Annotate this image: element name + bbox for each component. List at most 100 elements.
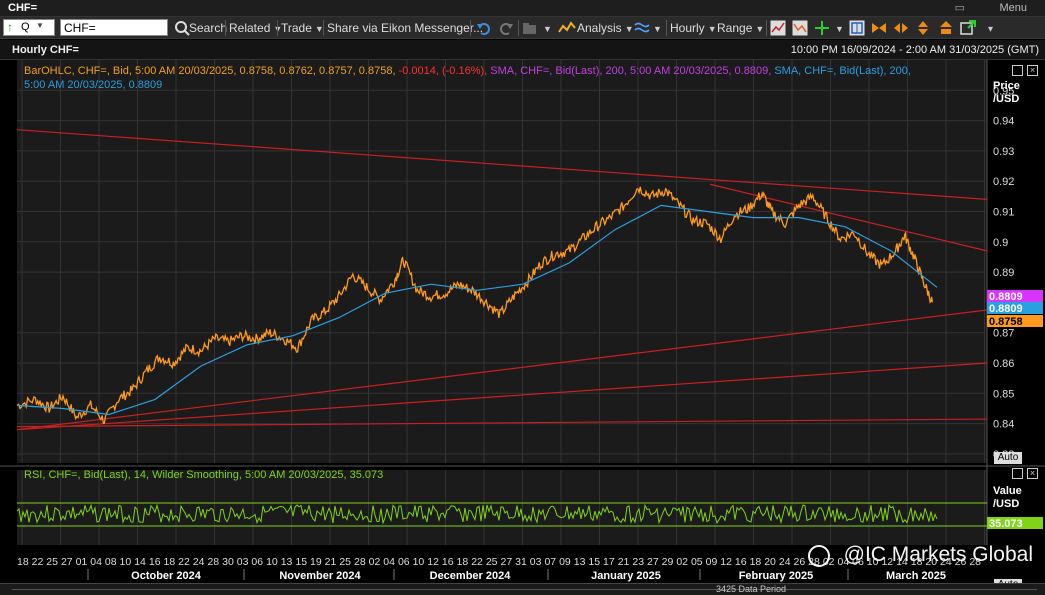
scroll-track[interactable] bbox=[12, 589, 1037, 590]
undo-icon[interactable] bbox=[476, 20, 492, 36]
scale-icon[interactable] bbox=[915, 20, 931, 36]
day-tick-label: 06 bbox=[251, 556, 263, 568]
day-tick-label: 23 bbox=[632, 556, 644, 568]
grid-icon[interactable] bbox=[849, 20, 865, 36]
separator bbox=[766, 20, 767, 36]
rsi-pane-close-icon[interactable]: × bbox=[1027, 468, 1038, 479]
fit-icon[interactable] bbox=[938, 20, 954, 36]
day-tick-label: 24 bbox=[193, 556, 205, 568]
up-arrow-icon[interactable]: ↑ bbox=[7, 20, 13, 34]
day-tick-label: 02 bbox=[676, 556, 688, 568]
separator bbox=[666, 20, 667, 36]
separator bbox=[323, 20, 324, 36]
day-tick-label: 16 bbox=[442, 556, 454, 568]
trade-button[interactable]: Trade ▼ bbox=[281, 20, 324, 36]
day-tick-label: 21 bbox=[325, 556, 337, 568]
menu-button[interactable]: Menu bbox=[999, 2, 1027, 14]
crosshair-icon[interactable] bbox=[814, 20, 830, 36]
day-tick-label: 26 bbox=[794, 556, 806, 568]
chart-type-icon[interactable] bbox=[792, 20, 808, 36]
wave-dropdown-icon[interactable]: ▼ bbox=[650, 20, 662, 36]
day-tick-label: 18 bbox=[17, 556, 29, 568]
separator bbox=[277, 20, 278, 36]
day-tick-label: 06 bbox=[398, 556, 410, 568]
price-tick-label: 0.85 bbox=[993, 388, 1014, 400]
overflow-icon[interactable]: ▾ bbox=[985, 20, 993, 36]
share-messenger-button[interactable]: Share via Eikon Messenger... bbox=[327, 20, 483, 36]
folder-icon[interactable] bbox=[522, 20, 538, 36]
day-tick-label: 15 bbox=[295, 556, 307, 568]
day-tick-label: 03 bbox=[237, 556, 249, 568]
day-tick-label: 21 bbox=[618, 556, 630, 568]
window-titlebar: CHF= ▭ Menu bbox=[0, 0, 1045, 17]
range-select[interactable]: Range ▼ bbox=[717, 20, 764, 36]
day-tick-label: 17 bbox=[603, 556, 615, 568]
quote-dropdown-icon[interactable]: ▼ bbox=[36, 21, 44, 30]
day-tick-label: 30 bbox=[222, 556, 234, 568]
day-tick-label: 27 bbox=[61, 556, 73, 568]
zoom-in-icon[interactable] bbox=[871, 20, 887, 36]
day-tick-label: 29 bbox=[662, 556, 674, 568]
month-label: January 2025 bbox=[591, 570, 661, 582]
redo-icon[interactable] bbox=[498, 20, 514, 36]
day-tick-label: 20 bbox=[764, 556, 776, 568]
chart-area[interactable]: 0.95 0.94 0.93 0.92 0.91 0.9 0.89 0.87 0.86 0.85 0… bbox=[0, 60, 1045, 595]
navigation-box[interactable]: ↑ Q ▼ bbox=[3, 19, 55, 36]
price-tick-label: 0.86 bbox=[993, 358, 1014, 370]
last-price-flag: 0.8758 bbox=[989, 316, 1023, 328]
crosshair-dropdown-icon[interactable]: ▼ bbox=[832, 20, 844, 36]
interval-label: Hourly bbox=[670, 21, 705, 35]
separator bbox=[470, 20, 471, 36]
day-tick-label: 13 bbox=[281, 556, 293, 568]
rsi-pane-maximize-icon[interactable] bbox=[1012, 468, 1023, 479]
day-tick-label: 10 bbox=[120, 556, 132, 568]
toolbar: ↑ Q ▼ Search Related▼ Trade▼ Share via E… bbox=[0, 17, 1045, 39]
day-tick-label: 28 bbox=[354, 556, 366, 568]
day-tick-label: 12 bbox=[427, 556, 439, 568]
search-button[interactable]: Search bbox=[189, 20, 227, 36]
price-pane-close-icon[interactable]: × bbox=[1027, 65, 1038, 76]
day-tick-label: 10 bbox=[413, 556, 425, 568]
quote-selector[interactable]: Q bbox=[21, 21, 30, 33]
day-tick-label: 04 bbox=[383, 556, 395, 568]
month-label: December 2024 bbox=[430, 570, 512, 582]
rsi-flag-label: 35.073 bbox=[989, 518, 1023, 530]
day-tick-label: 15 bbox=[588, 556, 600, 568]
day-tick-label: 03 bbox=[530, 556, 542, 568]
ric-input[interactable] bbox=[60, 19, 168, 36]
analysis-button[interactable]: Analysis ▼ bbox=[577, 20, 634, 36]
price-auto-button[interactable]: Auto bbox=[994, 452, 1022, 464]
status-bar: 3425 Data Period bbox=[0, 583, 1045, 595]
interval-select[interactable]: Hourly ▼ bbox=[670, 20, 717, 36]
day-tick-label: 19 bbox=[310, 556, 322, 568]
chevron-down-icon: ▼ bbox=[707, 24, 717, 34]
price-pane-maximize-icon[interactable] bbox=[1012, 65, 1023, 76]
month-label: February 2025 bbox=[739, 570, 814, 582]
search-icon[interactable] bbox=[174, 20, 190, 36]
folder-dropdown-icon[interactable]: ▼ bbox=[540, 20, 552, 36]
legend-bar-ohlc: BarOHLC, CHF=, Bid, 5:00 AM 20/03/2025, … bbox=[24, 65, 396, 77]
legend-sma-magenta: SMA, CHF=, Bid(Last), 200, 5:00 AM 20/03… bbox=[490, 65, 772, 77]
zoom-out-icon[interactable] bbox=[893, 20, 909, 36]
sma-magenta-price-flag: 0.8809 bbox=[989, 291, 1023, 303]
separator bbox=[518, 20, 519, 36]
value-axis-title-2: /USD bbox=[993, 498, 1020, 510]
price-axis-title-2: /USD bbox=[993, 93, 1020, 105]
day-tick-label: 18 bbox=[164, 556, 176, 568]
related-button[interactable]: Related▼ bbox=[229, 20, 282, 36]
chevron-down-icon: ▼ bbox=[624, 24, 634, 34]
legend-sma-blue: SMA, CHF=, Bid(Last), 200, bbox=[774, 65, 911, 77]
day-tick-label: 14 bbox=[134, 556, 146, 568]
price-chart-svg[interactable]: 0.950.940.930.920.910.90.890.870.860.850… bbox=[0, 60, 1045, 595]
wave-icon[interactable] bbox=[634, 20, 650, 36]
line-chart-icon[interactable] bbox=[770, 20, 786, 36]
export-icon[interactable] bbox=[960, 20, 976, 36]
restore-icon[interactable]: ▭ bbox=[955, 1, 965, 14]
day-tick-label: 04 bbox=[90, 556, 102, 568]
price-tick-label: 0.92 bbox=[993, 176, 1014, 188]
day-tick-label: 13 bbox=[574, 556, 586, 568]
chevron-down-icon: ▼ bbox=[755, 24, 765, 34]
analysis-icon[interactable] bbox=[558, 20, 576, 36]
day-tick-label: 25 bbox=[339, 556, 351, 568]
day-tick-label: 12 bbox=[720, 556, 732, 568]
